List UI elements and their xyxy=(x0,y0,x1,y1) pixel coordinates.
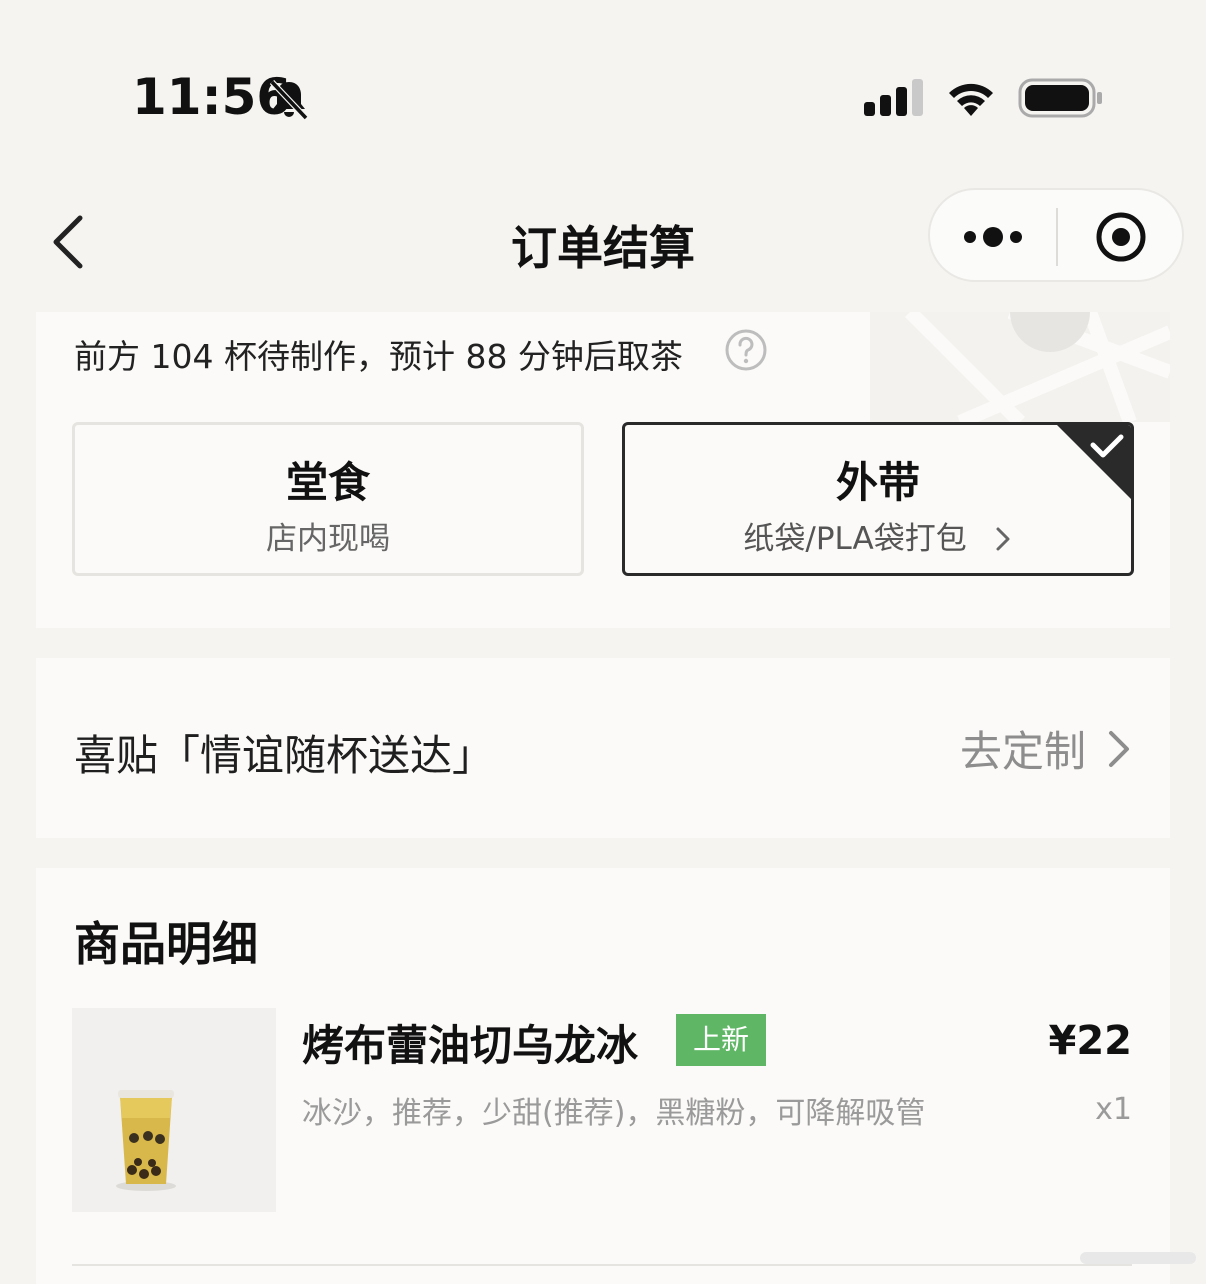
mini-program-capsule xyxy=(928,188,1184,282)
option-subtitle-text: 纸袋/PLA袋打包 xyxy=(743,521,967,557)
drink-cup-image xyxy=(72,1008,276,1212)
section-title: 商品明细 xyxy=(74,917,258,971)
divider-line xyxy=(72,1264,1132,1266)
customize-button[interactable]: 去定制 xyxy=(960,718,1132,779)
bell-muted-icon xyxy=(269,79,309,121)
sticker-label: 喜贴「情谊随杯送达」 xyxy=(74,731,495,780)
capsule-divider xyxy=(1056,208,1058,266)
product-quantity: x1 xyxy=(1095,1092,1132,1127)
status-bar: 11:56 xyxy=(0,0,1206,170)
product-price: ¥22 xyxy=(1048,1018,1133,1064)
home-indicator xyxy=(1080,1252,1196,1264)
option-title: 堂食 xyxy=(285,458,370,507)
battery-icon xyxy=(1018,78,1102,118)
option-subtitle: 店内现喝 xyxy=(266,521,390,557)
customize-label: 去定制 xyxy=(959,727,1086,776)
product-details-card: 商品明细 烤布蕾油切乌龙冰 上新 ¥22 冰沙，推荐，少甜(推荐)，黑糖粉，可降… xyxy=(36,868,1170,1284)
more-dots-icon[interactable] xyxy=(960,220,1030,254)
chevron-right-icon xyxy=(1109,730,1129,767)
option-subtitle: 纸袋/PLA袋打包 xyxy=(625,513,1131,558)
new-badge: 上新 xyxy=(676,1014,766,1066)
product-image xyxy=(72,1008,276,1212)
navigation-bar: 订单结算 xyxy=(0,180,1206,300)
dine-in-option[interactable]: 堂食 店内现喝 xyxy=(72,422,584,576)
wifi-icon xyxy=(949,83,993,116)
order-type-card: 前方 104 杯待制作，预计 88 分钟后取茶 堂食 店内现喝 外带 纸袋/PL… xyxy=(36,312,1170,628)
selected-check-icon xyxy=(1057,425,1131,499)
takeaway-option[interactable]: 外带 纸袋/PLA袋打包 xyxy=(622,422,1134,576)
queue-status-text: 前方 104 杯待制作，预计 88 分钟后取茶 xyxy=(74,337,683,376)
chevron-right-icon xyxy=(996,527,1010,551)
product-name: 烤布蕾油切乌龙冰 xyxy=(302,1021,639,1070)
signal-icon xyxy=(864,79,923,116)
product-spec: 冰沙，推荐，少甜(推荐)，黑糖粉，可降解吸管 xyxy=(302,1096,926,1131)
map-background xyxy=(870,312,1170,422)
sticker-card[interactable]: 喜贴「情谊随杯送达」 去定制 xyxy=(36,658,1170,838)
target-icon[interactable] xyxy=(1094,210,1148,264)
question-circle-icon[interactable] xyxy=(724,328,768,372)
